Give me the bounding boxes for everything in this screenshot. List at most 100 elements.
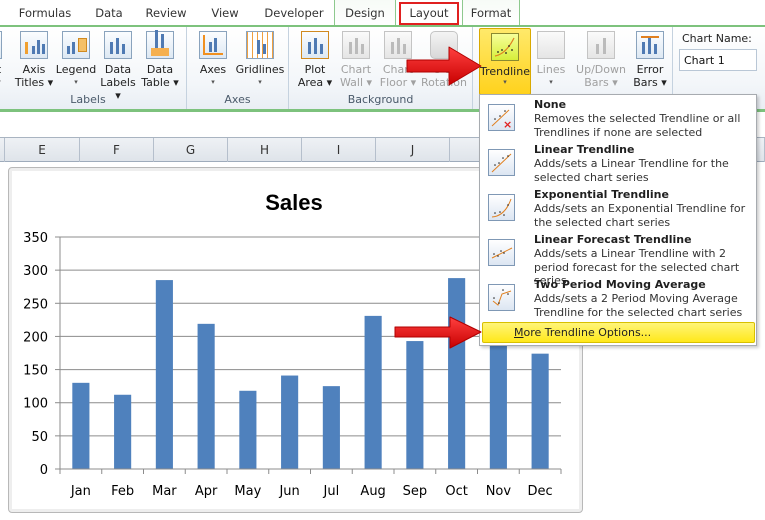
trendline-icon	[491, 33, 519, 61]
menu-item-two-period-moving-average[interactable]: Two Period Moving Average Adds/sets a 2 …	[480, 275, 756, 320]
button-label: Data	[146, 63, 174, 76]
bar-may[interactable]	[239, 390, 257, 469]
error-bars-icon	[636, 31, 664, 59]
column-header-g[interactable]: G	[154, 138, 228, 162]
bar-sep[interactable]	[406, 341, 424, 469]
dropdown-arrow-icon: ▾	[74, 78, 78, 86]
error-bars-button[interactable]: Error Bars ▾	[630, 29, 670, 89]
linear-trendline-icon	[488, 149, 515, 176]
menu-item-title: Two Period Moving Average	[534, 278, 706, 291]
bar-dec[interactable]	[531, 353, 549, 469]
svg-text:×: ×	[503, 118, 512, 130]
data-labels-icon	[104, 31, 132, 59]
axis-titles-button[interactable]: Axis Titles ▾	[12, 29, 56, 89]
button-label: Data	[104, 63, 132, 76]
linear-forecast-trendline-icon	[488, 239, 515, 266]
chart-wall-button[interactable]: Chart Wall ▾	[336, 29, 376, 89]
y-tick-label: 150	[23, 364, 48, 379]
more-options-label: ore Trendline Options...	[523, 326, 652, 339]
column-header-j[interactable]: J	[376, 138, 450, 162]
tab-layout[interactable]: Layout	[399, 2, 459, 25]
bar-jul[interactable]	[322, 386, 340, 469]
y-tick-label: 100	[23, 397, 48, 412]
tab-data[interactable]: Data	[86, 0, 132, 27]
dropdown-arrow-icon: ▾	[211, 78, 215, 86]
column-header-e[interactable]: E	[5, 138, 80, 162]
tab-format[interactable]: Format	[462, 0, 520, 27]
exponential-trendline-icon	[488, 194, 515, 221]
bar-mar[interactable]	[155, 280, 173, 469]
menu-item-description: Adds/sets a 2 Period Moving Average Tren…	[534, 292, 743, 319]
up-down-bars-button[interactable]: Up/Down Bars ▾	[573, 29, 629, 89]
bar-oct[interactable]	[448, 278, 466, 469]
lines-button[interactable]: Lines ▾	[531, 29, 571, 89]
dropdown-arrow-icon: ▾	[549, 78, 553, 86]
tab-developer[interactable]: Developer	[254, 0, 334, 27]
button-label: Area ▾	[297, 76, 333, 89]
menu-item-none[interactable]: × None Removes the selected Trendline or…	[480, 95, 756, 140]
button-label: Plot	[304, 63, 326, 76]
chart-title-button[interactable]: t ▾	[0, 29, 8, 89]
x-tick-label: Dec	[528, 484, 553, 499]
x-tick-label: May	[234, 484, 261, 499]
button-label: Error	[636, 63, 664, 76]
button-label: Gridlines	[235, 63, 285, 76]
x-tick-label: Mar	[152, 484, 177, 499]
x-tick-label: Jul	[323, 484, 340, 499]
button-label: Chart	[340, 63, 372, 76]
group-label: Background	[347, 93, 414, 106]
data-table-button[interactable]: Data Table ▾	[138, 29, 182, 89]
lines-icon	[537, 31, 565, 59]
trendline-button[interactable]: Trendline ▾	[479, 28, 531, 95]
button-label: Trendline	[480, 65, 530, 78]
data-table-icon	[146, 30, 174, 59]
chart-title[interactable]: Sales	[265, 190, 323, 215]
bar-jan[interactable]	[72, 382, 90, 469]
menu-item-description: Adds/sets an Exponential Trendline for t…	[534, 202, 746, 229]
legend-button[interactable]: Legend ▾	[54, 29, 98, 89]
gridlines-button[interactable]: Gridlines ▾	[235, 29, 285, 89]
dropdown-arrow-icon: ▾	[0, 76, 8, 89]
chart-name-label: Chart Name:	[682, 32, 752, 45]
column-header-h[interactable]: H	[228, 138, 302, 162]
x-tick-label: Oct	[445, 484, 467, 499]
axes-group: Axes ▾ Gridlines ▾ Axes	[187, 27, 289, 109]
bar-nov[interactable]	[489, 329, 507, 469]
bar-apr[interactable]	[197, 323, 215, 469]
labels-group: t ▾ Axis Titles ▾ Legend ▾ Data Labels ▾	[0, 27, 187, 109]
tab-formulas[interactable]: Formulas	[10, 0, 80, 27]
chart-wall-icon	[342, 31, 370, 59]
button-label: Axes	[199, 63, 227, 76]
accelerator-key: M	[514, 326, 524, 339]
button-label: Lines	[536, 63, 566, 76]
x-tick-label: Sep	[403, 484, 428, 499]
column-header-i[interactable]: I	[302, 138, 376, 162]
y-tick-label: 0	[40, 463, 48, 478]
bar-jun[interactable]	[281, 375, 299, 469]
dropdown-arrow-icon: ▾	[503, 78, 507, 86]
button-label: Bars ▾	[584, 76, 618, 89]
menu-item-exponential-trendline[interactable]: Exponential Trendline Adds/sets an Expon…	[480, 185, 756, 230]
data-labels-button[interactable]: Data Labels ▾	[96, 29, 140, 102]
legend-icon	[62, 31, 90, 59]
menu-item-title: None	[534, 98, 567, 111]
plot-area-button[interactable]: Plot Area ▾	[295, 29, 335, 89]
tab-view[interactable]: View	[202, 0, 248, 27]
x-tick-label: Jun	[278, 484, 299, 499]
chart-name-input[interactable]	[679, 49, 757, 71]
bar-aug[interactable]	[364, 315, 382, 469]
column-header-f[interactable]: F	[80, 138, 154, 162]
y-tick-label: 350	[23, 231, 48, 246]
ribbon-tabs: Formulas Data Review View Developer Desi…	[0, 0, 765, 27]
menu-item-linear-trendline[interactable]: Linear Trendline Adds/sets a Linear Tren…	[480, 140, 756, 185]
bar-feb[interactable]	[114, 394, 132, 469]
menu-item-title: Linear Forecast Trendline	[534, 233, 692, 246]
button-label: Table ▾	[141, 76, 179, 89]
tab-design[interactable]: Design	[334, 0, 396, 27]
more-trendline-options-button[interactable]: More Trendline Options...	[482, 322, 755, 343]
menu-item-linear-forecast-trendline[interactable]: Linear Forecast Trendline Adds/sets a Li…	[480, 230, 756, 287]
up-down-bars-icon	[587, 31, 615, 59]
tab-review[interactable]: Review	[138, 0, 194, 27]
gridlines-icon	[246, 31, 274, 59]
axes-button[interactable]: Axes ▾	[193, 29, 233, 89]
